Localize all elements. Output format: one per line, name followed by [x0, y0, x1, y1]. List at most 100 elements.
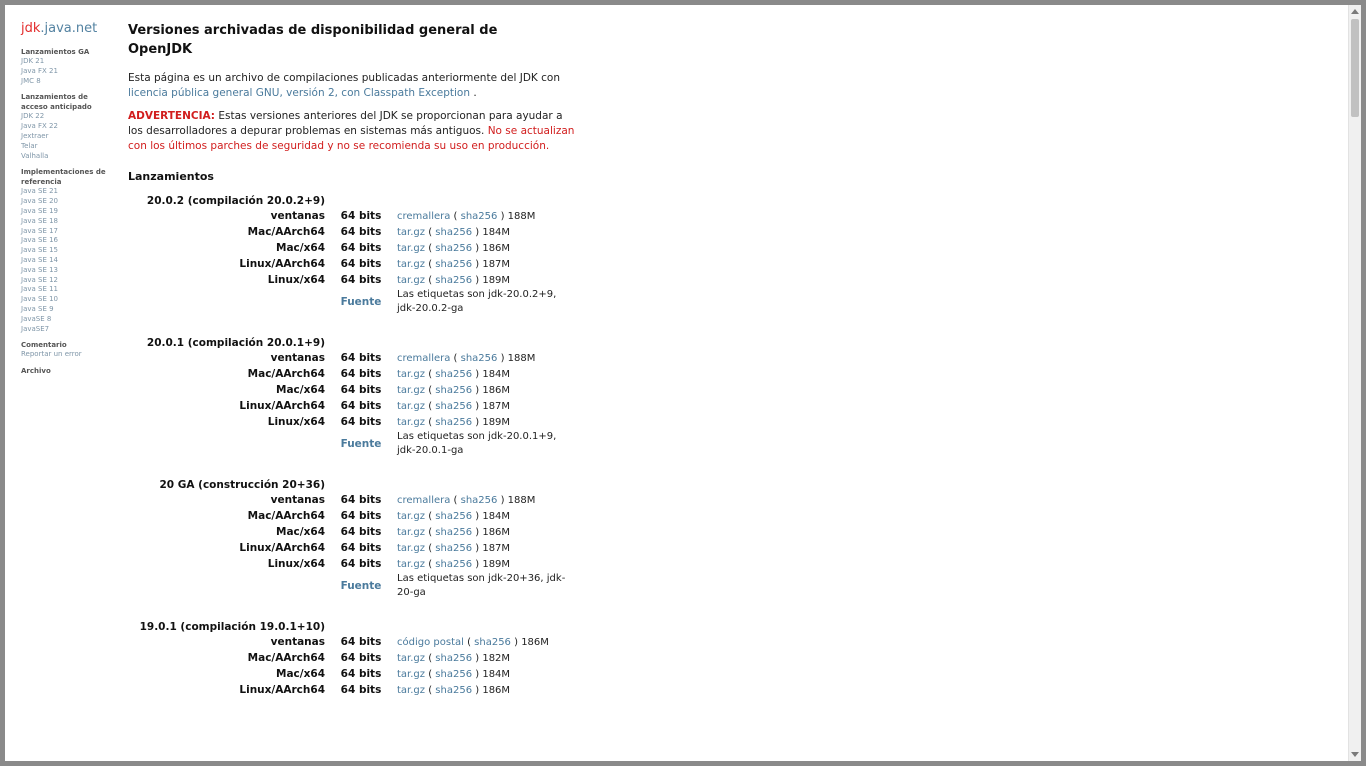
sidebar-link[interactable]: JDK 21 — [21, 57, 116, 67]
sha256-link[interactable]: sha256 — [461, 211, 498, 222]
sha256-link[interactable]: sha256 — [435, 369, 472, 380]
arch-label: 64 bits — [340, 384, 382, 396]
download-link[interactable]: tar.gz — [397, 669, 425, 680]
sha256-link[interactable]: sha256 — [474, 637, 511, 648]
download-link[interactable]: tar.gz — [397, 543, 425, 554]
paren-close: ) — [497, 352, 508, 364]
sidebar-link[interactable]: Java SE 17 — [21, 227, 116, 237]
download-cell: cremallera ( sha256 ) 188M — [397, 208, 577, 224]
download-row: ventanas 64 bits cremallera ( sha256 ) 188… — [128, 492, 577, 508]
arch-label: 64 bits — [340, 210, 382, 222]
download-link[interactable]: código postal — [397, 637, 464, 648]
download-link[interactable]: tar.gz — [397, 259, 425, 270]
sha256-link[interactable]: sha256 — [435, 653, 472, 664]
nav-group-heading: Implementaciones de referencia — [21, 168, 106, 187]
download-link[interactable]: tar.gz — [397, 511, 425, 522]
sha256-link[interactable]: sha256 — [435, 275, 472, 286]
site-logo[interactable]: jdk.java.net — [21, 21, 116, 37]
sidebar-link[interactable]: JavaSE7 — [21, 325, 116, 335]
sha256-link[interactable]: sha256 — [435, 401, 472, 412]
scroll-thumb[interactable] — [1351, 19, 1359, 117]
sidebar-link[interactable]: Jextraer — [21, 132, 116, 142]
download-link[interactable]: cremallera — [397, 495, 450, 506]
download-row: Linux/AArch64 64 bits tar.gz ( sha256 ) 18… — [128, 540, 577, 556]
sidebar-link[interactable]: Java FX 21 — [21, 67, 116, 77]
download-link[interactable]: tar.gz — [397, 227, 425, 238]
sidebar-link[interactable]: Java SE 9 — [21, 305, 116, 315]
sidebar-link[interactable]: Java SE 13 — [21, 266, 116, 276]
download-link[interactable]: tar.gz — [397, 653, 425, 664]
source-label[interactable]: Fuente — [325, 430, 397, 458]
nav-group-heading: Archivo — [21, 367, 51, 376]
download-link[interactable]: tar.gz — [397, 417, 425, 428]
sidebar-link[interactable]: Reportar un error — [21, 350, 116, 360]
platform-label: Mac/AArch64 — [247, 652, 325, 664]
arch-label: 64 bits — [340, 416, 382, 428]
sha256-link[interactable]: sha256 — [461, 495, 498, 506]
sidebar-link[interactable]: Java SE 14 — [21, 256, 116, 266]
download-cell: tar.gz ( sha256 ) 189M — [397, 272, 577, 288]
download-link[interactable]: tar.gz — [397, 685, 425, 696]
sha256-link[interactable]: sha256 — [435, 511, 472, 522]
sha256-link[interactable]: sha256 — [435, 417, 472, 428]
source-tags-note: Las etiquetas son jdk-20.0.2+9, jdk-20.0… — [397, 289, 557, 314]
sidebar-link[interactable]: Telar — [21, 142, 116, 152]
sidebar-link[interactable]: Java SE 20 — [21, 197, 116, 207]
download-link[interactable]: cremallera — [397, 353, 450, 364]
paren-close: ) — [472, 416, 483, 428]
sidebar-link[interactable]: Java FX 22 — [21, 122, 116, 132]
paren-close: ) — [472, 684, 483, 696]
download-cell: tar.gz ( sha256 ) 186M — [397, 382, 577, 398]
vertical-scrollbar[interactable] — [1348, 5, 1361, 761]
sha256-link[interactable]: sha256 — [435, 385, 472, 396]
release-title: 20.0.1 (compilación 20.0.1+9) — [146, 337, 325, 349]
download-link[interactable]: tar.gz — [397, 275, 425, 286]
sha256-link[interactable]: sha256 — [435, 259, 472, 270]
scroll-up-arrow-icon[interactable] — [1351, 9, 1359, 14]
sidebar-link[interactable]: Java SE 19 — [21, 207, 116, 217]
sha256-link[interactable]: sha256 — [435, 527, 472, 538]
download-link[interactable]: tar.gz — [397, 369, 425, 380]
platform-label: Linux/x64 — [267, 558, 325, 570]
sha256-link[interactable]: sha256 — [435, 243, 472, 254]
download-row: Mac/x64 64 bits tar.gz ( sha256 ) 186M — [128, 524, 577, 540]
sidebar-link[interactable]: Java SE 10 — [21, 295, 116, 305]
paren-open: ( — [463, 636, 475, 648]
sidebar-link[interactable]: Java SE 12 — [21, 276, 116, 286]
sha256-link[interactable]: sha256 — [435, 543, 472, 554]
sha256-link[interactable]: sha256 — [461, 353, 498, 364]
paren-open: ( — [425, 652, 436, 664]
source-label[interactable]: Fuente — [325, 572, 397, 600]
sha256-link[interactable]: sha256 — [435, 559, 472, 570]
paren-close: ) — [472, 226, 483, 238]
sidebar-link[interactable]: Java SE 21 — [21, 187, 116, 197]
download-link[interactable]: cremallera — [397, 211, 450, 222]
source-label[interactable]: Fuente — [325, 288, 397, 316]
sidebar-link[interactable]: JavaSE 8 — [21, 315, 116, 325]
file-size: 186M — [482, 526, 511, 538]
download-row: Linux/x64 64 bits tar.gz ( sha256 ) 189M — [128, 556, 577, 572]
scroll-down-arrow-icon[interactable] — [1351, 752, 1359, 757]
download-link[interactable]: tar.gz — [397, 527, 425, 538]
sidebar-link[interactable]: Java SE 16 — [21, 236, 116, 246]
download-link[interactable]: tar.gz — [397, 401, 425, 412]
intro-paragraph: Esta página es un archivo de compilacion… — [128, 71, 578, 101]
download-link[interactable]: tar.gz — [397, 559, 425, 570]
gpl-license-link[interactable]: licencia pública general GNU, versión 2,… — [128, 87, 470, 99]
download-link[interactable]: tar.gz — [397, 385, 425, 396]
sidebar-link[interactable]: Java SE 18 — [21, 217, 116, 227]
sidebar-link[interactable]: Java SE 15 — [21, 246, 116, 256]
platform-label: ventanas — [270, 352, 325, 364]
download-link[interactable]: tar.gz — [397, 243, 425, 254]
sidebar-link[interactable]: JDK 22 — [21, 112, 116, 122]
source-tags-note: Las etiquetas son jdk-20+36, jdk-20-ga — [397, 573, 566, 598]
paren-close: ) — [472, 384, 483, 396]
sidebar-link[interactable]: JMC 8 — [21, 77, 116, 87]
sha256-link[interactable]: sha256 — [435, 669, 472, 680]
arch-label: 64 bits — [340, 494, 382, 506]
sha256-link[interactable]: sha256 — [435, 685, 472, 696]
sidebar-link[interactable]: Java SE 11 — [21, 285, 116, 295]
sidebar-link[interactable]: Valhalla — [21, 152, 116, 162]
sha256-link[interactable]: sha256 — [435, 227, 472, 238]
download-cell: código postal ( sha256 ) 186M — [397, 634, 549, 650]
